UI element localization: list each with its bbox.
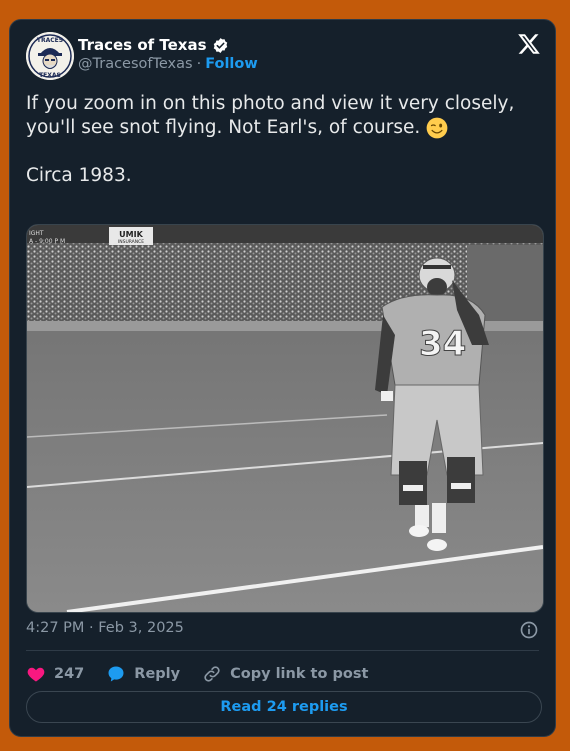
svg-text:UMIK: UMIK bbox=[119, 230, 143, 239]
svg-text:INSURANCE: INSURANCE bbox=[118, 239, 144, 245]
svg-text:34: 34 bbox=[419, 324, 466, 364]
reply-bubble-icon bbox=[108, 666, 124, 682]
action-bar: 247 Reply Copy link to post bbox=[26, 662, 390, 686]
svg-text:A - 9:00 P M: A - 9:00 P M bbox=[29, 238, 65, 245]
info-icon[interactable] bbox=[519, 620, 539, 640]
copy-link-label: Copy link to post bbox=[230, 666, 369, 682]
avatar-logo: TRACES TEXAS bbox=[26, 32, 74, 80]
svg-text:TRACES: TRACES bbox=[37, 37, 63, 44]
link-icon bbox=[204, 666, 220, 682]
tweet-text: If you zoom in on this photo and view it… bbox=[26, 92, 546, 188]
read-replies-button[interactable]: Read 24 replies bbox=[26, 691, 542, 723]
verified-badge-icon bbox=[213, 37, 227, 53]
football-player-photo: UMIK INSURANCE IGHT A - 9:00 P M 34 bbox=[27, 225, 543, 612]
author-handle[interactable]: @TracesofTexas bbox=[78, 56, 193, 72]
reply-label: Reply bbox=[134, 666, 181, 682]
svg-text:TEXAS: TEXAS bbox=[39, 72, 61, 79]
x-logo-icon[interactable] bbox=[517, 32, 541, 56]
like-count: 247 bbox=[54, 666, 85, 682]
author-name-row: Traces of Texas bbox=[78, 35, 229, 55]
divider bbox=[26, 650, 539, 651]
handle-separator: · bbox=[196, 56, 202, 72]
avatar[interactable]: TRACES TEXAS bbox=[26, 32, 74, 80]
copy-link-button[interactable]: Copy link to post bbox=[202, 664, 368, 684]
reply-button[interactable]: Reply bbox=[106, 664, 180, 684]
winking-face-emoji-icon bbox=[426, 117, 448, 139]
author-handle-row: @TracesofTexas · Follow bbox=[78, 56, 258, 72]
heart-icon bbox=[27, 667, 45, 682]
post-timestamp[interactable]: 4:27 PM · Feb 3, 2025 bbox=[26, 620, 184, 636]
post-photo[interactable]: UMIK INSURANCE IGHT A - 9:00 P M 34 bbox=[26, 224, 544, 613]
like-button[interactable]: 247 bbox=[26, 664, 84, 684]
follow-button[interactable]: Follow bbox=[205, 56, 258, 72]
post-card: TRACES TEXAS Traces of Texas @TracesofTe… bbox=[9, 19, 556, 737]
svg-text:IGHT: IGHT bbox=[29, 230, 44, 237]
author-display-name[interactable]: Traces of Texas bbox=[78, 36, 207, 54]
tweet-line-2: Circa 1983. bbox=[26, 165, 132, 186]
